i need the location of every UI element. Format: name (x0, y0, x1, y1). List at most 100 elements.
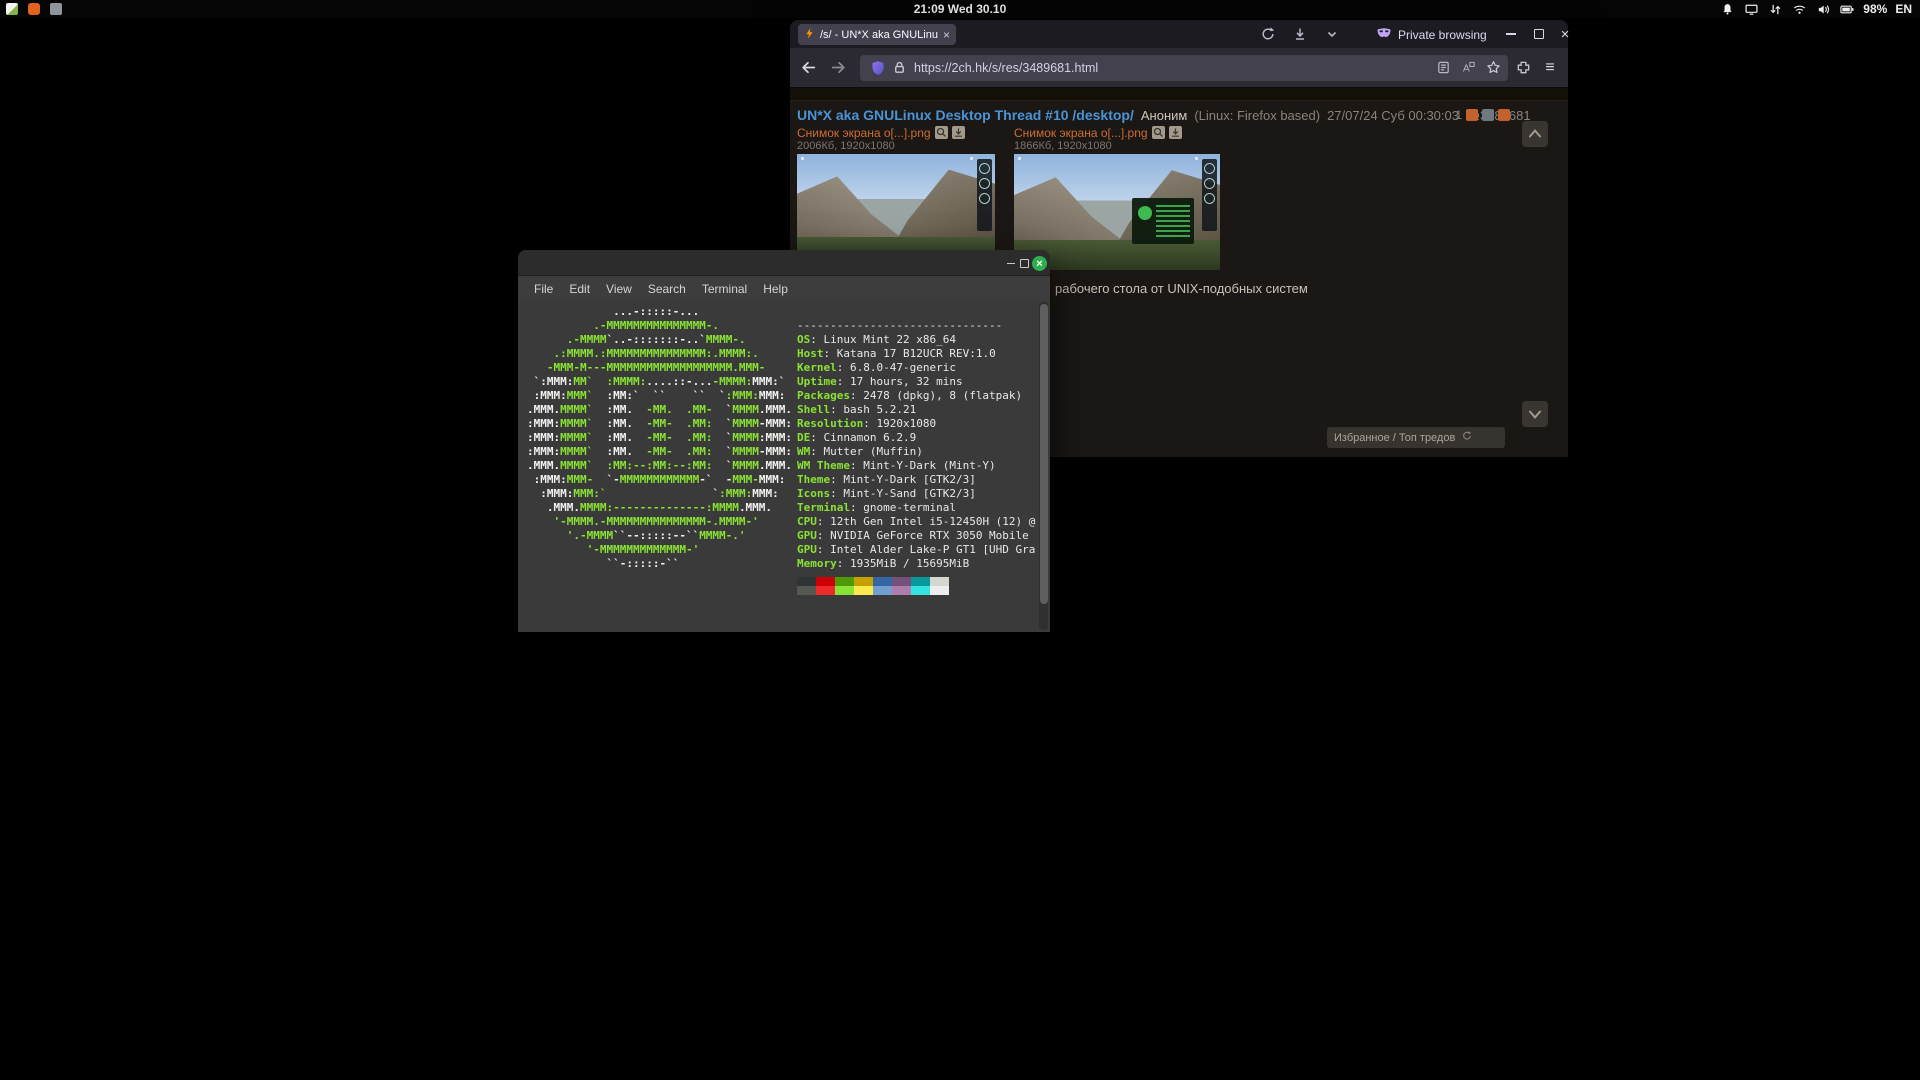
ascii-line: '-MMMMMMMMMMMMM-' (527, 543, 792, 557)
attachment-filename[interactable]: Снимок экрана о[...].png (797, 126, 931, 140)
neofetch-info-line: Theme: Mint-Y-Dark [GTK2/3] (797, 473, 1035, 487)
neofetch-info-line: CPU: 12th Gen Intel i5-12450H (12) @ (797, 515, 1035, 529)
thread-title[interactable]: UN*X aka GNULinux Desktop Thread #10 /de… (797, 107, 1134, 123)
wifi-icon[interactable] (1791, 1, 1807, 17)
ascii-line: .-MMMMMMMMMMMMMMM-. (527, 319, 792, 333)
favorites-bar-label: Избранное / Топ тредов (1334, 432, 1455, 444)
extensions-icon[interactable] (1516, 60, 1532, 76)
neofetch-info-line: Terminal: gnome-terminal (797, 501, 1035, 515)
scroll-up-button[interactable] (1522, 121, 1548, 147)
attachment-filename[interactable]: Снимок экрана о[...].png (1014, 126, 1148, 140)
palette-swatch (816, 577, 835, 586)
reply-count[interactable]: 1 (1455, 108, 1462, 122)
media-app-icon[interactable] (28, 3, 40, 15)
reload-icon[interactable] (1260, 26, 1276, 42)
thread-action-icon-1[interactable] (1466, 109, 1478, 121)
terminal-scrollbar-thumb[interactable] (1040, 304, 1048, 604)
tray (6, 3, 62, 15)
system-app-icon[interactable] (50, 3, 62, 15)
lock-icon[interactable] (892, 60, 908, 76)
terminal-scrollbar[interactable] (1039, 302, 1048, 630)
bookmark-star-icon[interactable] (1486, 60, 1502, 76)
thumbnail-art (797, 176, 912, 245)
attachment-caption: Снимок экрана о[...].png (1014, 126, 1220, 139)
display-icon[interactable] (1743, 1, 1759, 17)
private-browsing-badge: Private browsing (1376, 26, 1487, 43)
menu-icon[interactable]: ≡ (1542, 60, 1558, 76)
post-text: рабочего стола от UNIX-подобных систем (1055, 281, 1308, 296)
private-mask-icon (1376, 26, 1392, 43)
post-author-note: (Linux: Firefox based) (1194, 108, 1320, 123)
tab-favicon-lightning-icon (804, 27, 815, 43)
terminal-menu-file[interactable]: File (526, 282, 561, 296)
status-area[interactable]: 98% EN (1719, 0, 1912, 18)
favorites-bar[interactable]: Избранное / Топ тредов (1327, 427, 1505, 448)
network-arrows-icon[interactable] (1767, 1, 1783, 17)
keyboard-layout-indicator[interactable]: EN (1895, 2, 1912, 16)
neofetch-info: -------------------------------OS: Linux… (797, 319, 1035, 571)
bell-icon[interactable] (1719, 1, 1735, 17)
terminal-minimize-button[interactable] (1003, 256, 1018, 271)
terminal-titlebar[interactable]: × (518, 250, 1050, 276)
terminal-menu-edit[interactable]: Edit (561, 282, 598, 296)
terminal-menu-search[interactable]: Search (640, 282, 694, 296)
tab-strip[interactable]: /s/ - UN*X aka GNULinux De × Private bro… (790, 20, 1568, 48)
thumbnail-dot (801, 157, 804, 160)
thumbnail-conky-panel (1202, 159, 1217, 231)
scroll-down-button[interactable] (1522, 401, 1548, 427)
terminal-menu-help[interactable]: Help (755, 282, 796, 296)
page-header-strip (790, 88, 1568, 101)
forward-icon[interactable] (830, 59, 848, 77)
magnifier-icon[interactable] (935, 126, 948, 139)
document-app-icon[interactable] (6, 3, 18, 15)
reader-view-icon[interactable] (1436, 60, 1452, 76)
magnifier-icon[interactable] (1152, 126, 1165, 139)
thumbnail-dot (970, 157, 973, 160)
thread-action-icon-3[interactable] (1498, 109, 1510, 121)
ascii-line: '.-MMMM``--:::::--``MMMM-.' (527, 529, 792, 543)
terminal-body[interactable]: ...-:::::-... .-MMMMMMMMMMMMMMM-. .-MMMM… (518, 300, 1050, 632)
battery-percent: 98% (1863, 2, 1887, 16)
terminal-close-button[interactable]: × (1032, 256, 1047, 271)
thumbnail-dot (1018, 157, 1021, 160)
palette-row (797, 577, 949, 586)
download-icon[interactable] (952, 126, 965, 139)
url-bar[interactable]: https://2ch.hk/s/res/3489681.html A (860, 55, 1508, 81)
desktop: 21:09 Wed 30.10 98% EN (0, 0, 1920, 1080)
thread-action-icon-2[interactable] (1482, 109, 1494, 121)
browser-tab[interactable]: /s/ - UN*X aka GNULinux De × (798, 24, 956, 45)
clock[interactable]: 21:09 Wed 30.10 (914, 0, 1007, 18)
download-icon[interactable] (1169, 126, 1182, 139)
window-minimize-button[interactable] (1500, 25, 1522, 43)
tab-list-chevron-icon[interactable] (1324, 26, 1340, 42)
refresh-icon[interactable] (1461, 430, 1498, 445)
palette-swatch (892, 586, 911, 595)
translate-icon[interactable]: A (1461, 60, 1477, 76)
shield-icon[interactable] (870, 60, 886, 76)
back-icon[interactable] (800, 59, 818, 77)
terminal-maximize-button[interactable] (1017, 256, 1032, 271)
palette-swatch (835, 577, 854, 586)
tab-close-icon[interactable]: × (943, 29, 950, 41)
palette-swatch (911, 577, 930, 586)
downloads-icon[interactable] (1292, 26, 1308, 42)
attachment-1: Снимок экрана о[...].png 2006Кб, 1920x10… (797, 126, 995, 266)
url-text[interactable]: https://2ch.hk/s/res/3489681.html (914, 55, 1098, 81)
window-close-button[interactable]: × (1554, 25, 1576, 43)
window-maximize-button[interactable] (1528, 25, 1550, 43)
neofetch-info-line: Icons: Mint-Y-Sand [GTK2/3] (797, 487, 1035, 501)
neofetch-info-line: Uptime: 17 hours, 32 mins (797, 375, 1035, 389)
terminal-menu-view[interactable]: View (598, 282, 640, 296)
terminal-menubar: FileEditViewSearchTerminalHelp (518, 277, 1050, 300)
terminal-menu-terminal[interactable]: Terminal (694, 282, 755, 296)
neofetch-info-line: Resolution: 1920x1080 (797, 417, 1035, 431)
ascii-line: :MMM:MMM- `-MMMMMMMMMMMM-` -MMM-MMM: (527, 473, 792, 487)
ascii-line: .-MMMM`..-:::::::-..`MMMM-. (527, 333, 792, 347)
battery-icon[interactable] (1839, 1, 1855, 17)
tab-title: /s/ - UN*X aka GNULinux De (820, 29, 938, 41)
volume-icon[interactable] (1815, 1, 1831, 17)
ascii-line: :MMM:MMMM` :MM. -MM- .MM: `MMMM-MMM: (527, 445, 792, 459)
neofetch-separator: ------------------------------- (797, 319, 1035, 333)
ascii-line: :MMM:MMM:` `:MMM:MMM: (527, 487, 792, 501)
palette-swatch (911, 586, 930, 595)
